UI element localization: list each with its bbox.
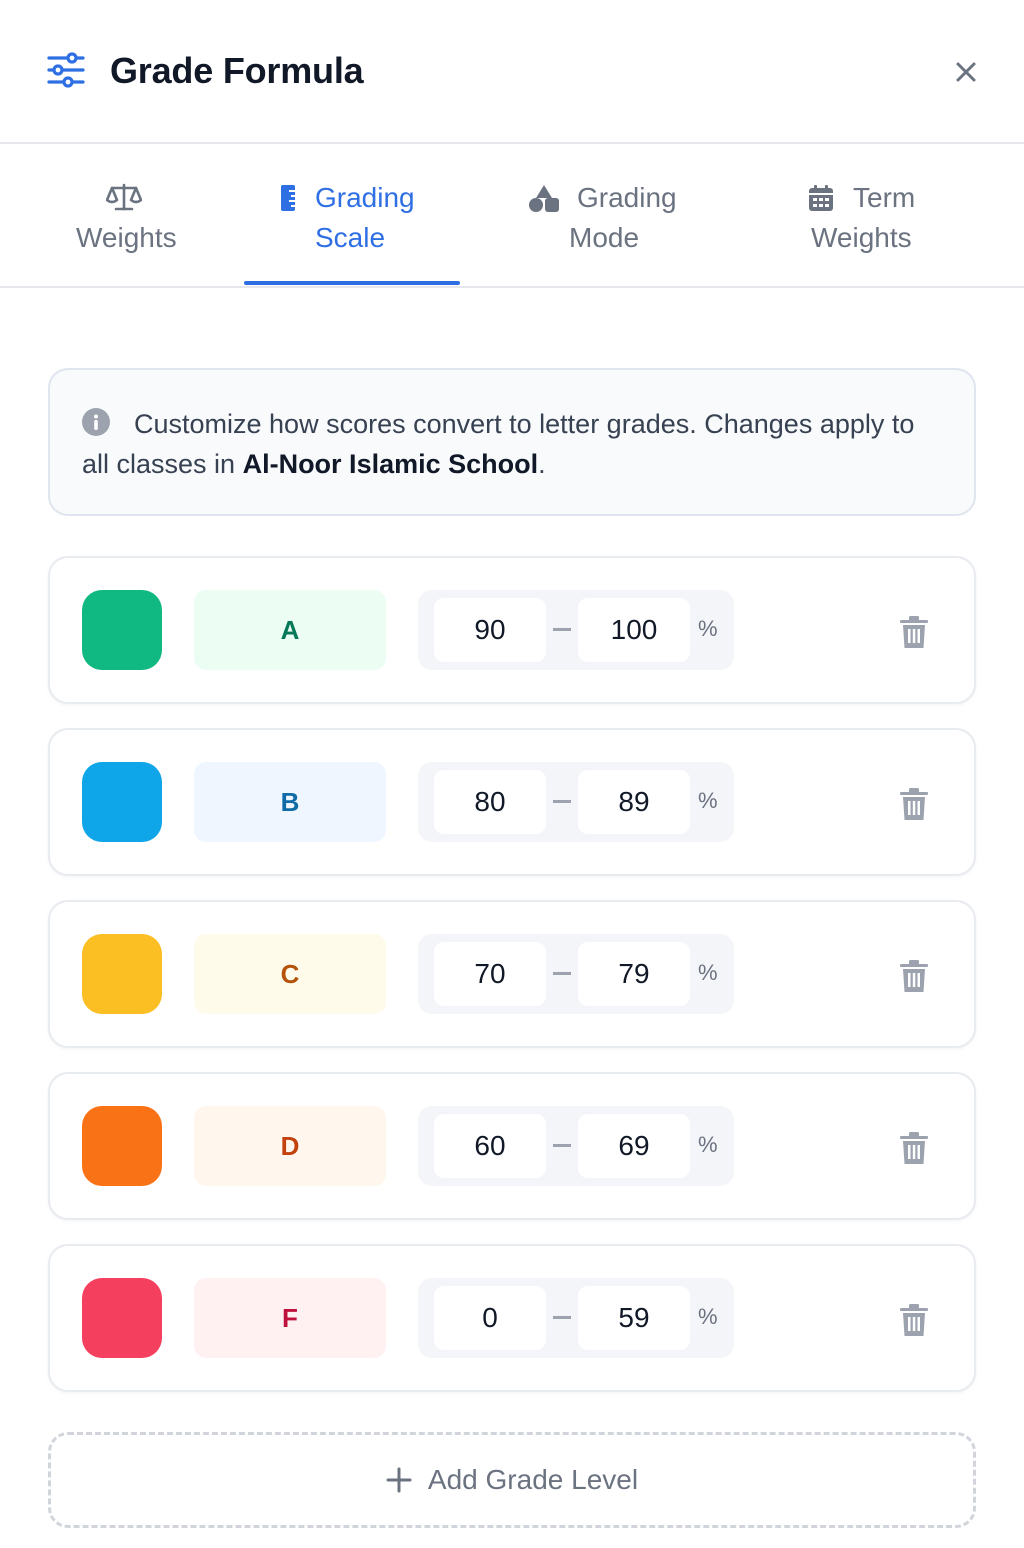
info-banner: Customize how scores convert to letter g…	[48, 368, 976, 516]
calendar-icon	[809, 185, 833, 211]
percent-unit: %	[698, 616, 718, 641]
info-text: Customize how scores convert to letter g…	[82, 409, 915, 479]
delete-icon[interactable]	[900, 788, 928, 820]
grade-row-b: B 80 89 %	[48, 728, 976, 876]
range-separator	[553, 972, 571, 975]
min-score-input[interactable]: 90	[434, 598, 546, 662]
tab-grading-scale[interactable]: Grading Scale	[244, 146, 460, 286]
tab-grading-scale-label-2: Scale	[315, 222, 386, 253]
max-score-input[interactable]: 100	[578, 598, 690, 662]
tab-grading-mode-label-2: Mode	[569, 222, 640, 253]
max-score-input[interactable]: 69	[578, 1114, 690, 1178]
grade-row-d: D 60 69 %	[48, 1072, 976, 1220]
tab-term-weights-label-2: Weights	[811, 222, 912, 253]
color-swatch[interactable]	[82, 762, 162, 842]
add-grade-level-label: Add Grade Level	[427, 1464, 639, 1495]
add-grade-level-button[interactable]: Add Grade Level	[48, 1432, 976, 1528]
max-score-input[interactable]: 89	[578, 770, 690, 834]
percent-unit: %	[698, 788, 718, 813]
tab-weights[interactable]: Weights	[40, 146, 220, 286]
tab-bar: Weights Grading Scale Grading Mode Term …	[0, 146, 1024, 288]
sliders-icon	[47, 52, 85, 88]
letter-input[interactable]: C	[194, 934, 386, 1014]
tab-term-weights-label-1: Term	[853, 182, 916, 213]
range-separator	[553, 1316, 571, 1319]
shapes-icon	[529, 185, 559, 212]
range-separator	[553, 628, 571, 631]
max-score-input[interactable]: 59	[578, 1286, 690, 1350]
tab-grading-mode-label-1: Grading	[577, 182, 677, 213]
close-icon	[956, 62, 976, 82]
range-group: 80 89 %	[418, 762, 734, 842]
tab-term-weights[interactable]: Term Weights	[790, 146, 960, 286]
range-separator	[553, 1144, 571, 1147]
range-group: 60 69 %	[418, 1106, 734, 1186]
scale-icon	[106, 183, 142, 211]
range-group: 90 100 %	[418, 590, 734, 670]
percent-unit: %	[698, 1304, 718, 1329]
color-swatch[interactable]	[82, 590, 162, 670]
min-score-input[interactable]: 70	[434, 942, 546, 1006]
color-swatch[interactable]	[82, 1106, 162, 1186]
letter-input[interactable]: F	[194, 1278, 386, 1358]
grade-row-a: A 90 100 %	[48, 556, 976, 704]
active-tab-indicator	[244, 281, 460, 285]
letter-input[interactable]: D	[194, 1106, 386, 1186]
delete-icon[interactable]	[900, 1304, 928, 1336]
grade-row-f: F 0 59 %	[48, 1244, 976, 1392]
range-group: 0 59 %	[418, 1278, 734, 1358]
tab-grading-scale-label-1: Grading	[315, 182, 415, 213]
grade-row-c: C 70 79 %	[48, 900, 976, 1048]
delete-icon[interactable]	[900, 960, 928, 992]
min-score-input[interactable]: 0	[434, 1286, 546, 1350]
tab-grading-mode[interactable]: Grading Mode	[520, 146, 710, 286]
color-swatch[interactable]	[82, 934, 162, 1014]
letter-input[interactable]: A	[194, 590, 386, 670]
delete-icon[interactable]	[900, 616, 928, 648]
min-score-input[interactable]: 80	[434, 770, 546, 834]
delete-icon[interactable]	[900, 1132, 928, 1164]
school-name: Al-Noor Islamic School	[242, 449, 539, 479]
range-separator	[553, 800, 571, 803]
grade-formula-modal: Grade Formula Weights Grading Scale Grad…	[0, 0, 1024, 1548]
plus-icon	[386, 1467, 412, 1493]
percent-unit: %	[698, 960, 718, 985]
modal-header: Grade Formula	[0, 0, 1024, 144]
range-group: 70 79 %	[418, 934, 734, 1014]
page-title: Grade Formula	[110, 50, 364, 91]
percent-unit: %	[698, 1132, 718, 1157]
color-swatch[interactable]	[82, 1278, 162, 1358]
letter-input[interactable]: B	[194, 762, 386, 842]
ruler-icon	[281, 185, 295, 211]
close-button[interactable]	[948, 54, 984, 90]
max-score-input[interactable]: 79	[578, 942, 690, 1006]
tab-weights-label: Weights	[76, 222, 177, 253]
min-score-input[interactable]: 60	[434, 1114, 546, 1178]
